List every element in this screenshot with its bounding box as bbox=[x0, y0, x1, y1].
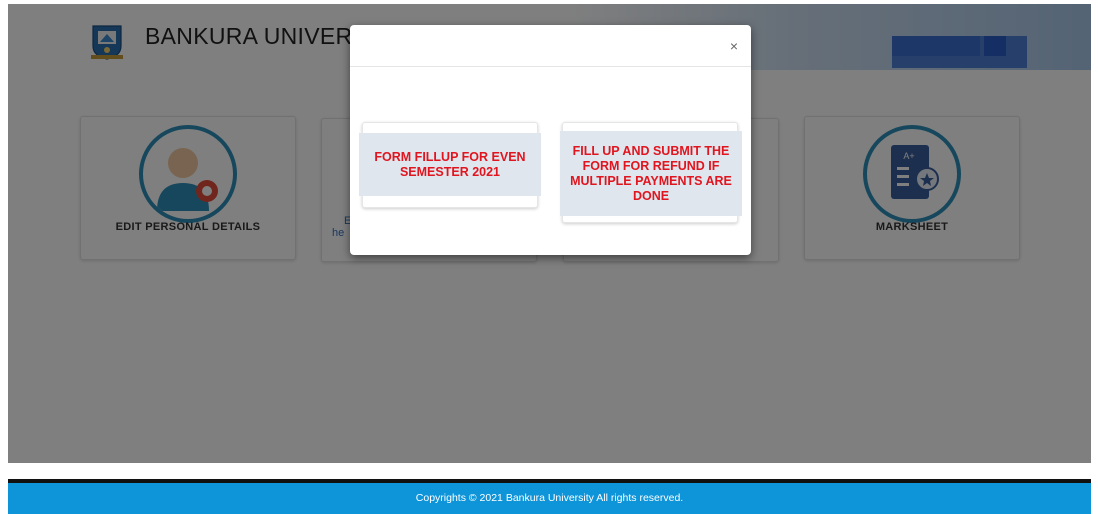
footer: Copyrights © 2021 Bankura University All… bbox=[8, 483, 1091, 514]
copyright-text: Copyrights © 2021 Bankura University All… bbox=[415, 492, 684, 504]
option-refund-form[interactable]: FILL UP AND SUBMIT THE FORM FOR REFUND I… bbox=[560, 122, 742, 223]
page: BANKURA UNIVERS EDIT PERSONAL DETAILS E … bbox=[0, 0, 1098, 514]
modal-header: × bbox=[350, 25, 751, 67]
option-label[interactable]: FORM FILLUP FOR EVEN SEMESTER 2021 bbox=[359, 133, 541, 196]
close-icon[interactable]: × bbox=[730, 39, 738, 53]
modal-dialog: × FORM FILLUP FOR EVEN SEMESTER 2021 FIL… bbox=[350, 25, 751, 255]
option-form-fillup-even-semester[interactable]: FORM FILLUP FOR EVEN SEMESTER 2021 bbox=[359, 122, 541, 208]
option-label[interactable]: FILL UP AND SUBMIT THE FORM FOR REFUND I… bbox=[560, 131, 742, 216]
